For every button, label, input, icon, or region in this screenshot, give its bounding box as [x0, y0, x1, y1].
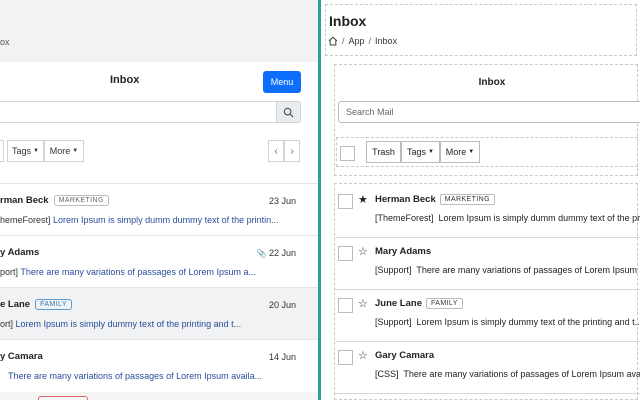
sender-name: e Lane — [0, 299, 31, 311]
trash-button[interactable]: Trash — [366, 141, 401, 163]
toolbar-outline: Trash Tags ▼ More ▼ — [336, 137, 640, 167]
sender-name: rman Beck — [0, 195, 49, 207]
mail-date-wrap: 📎 22 Jun — [256, 248, 296, 258]
mail-category: [Support] — [375, 265, 412, 275]
inbox-header-title: Inbox — [478, 76, 506, 88]
page-title: Inbox — [329, 13, 367, 29]
mail-row[interactable]: y Adams 📎 22 Jun port] There are many va… — [0, 235, 318, 287]
more-label: More — [49, 146, 71, 156]
sender-name: Mary Adams — [375, 246, 432, 257]
mail-category: [ThemeForest] — [375, 213, 434, 223]
sender-name: y Camara — [0, 351, 43, 362]
header-outline — [325, 4, 637, 56]
preview-pane: ox Inbox Menu Tags ▼ More ▼ ‹ › rman Bec… — [0, 0, 318, 400]
wireframe-pane: Inbox / App / Inbox Inbox Search Mail Tr… — [321, 0, 640, 400]
tags-label: Tags — [12, 146, 32, 156]
sender-name: Herman Beck — [375, 194, 436, 206]
select-all-checkbox[interactable] — [340, 146, 355, 161]
label-badge: FAMILY — [426, 298, 463, 309]
row-checkbox[interactable] — [338, 246, 353, 261]
search-icon — [283, 107, 294, 118]
breadcrumb: / App / Inbox — [328, 36, 397, 46]
chevron-left-icon: ‹ — [274, 145, 278, 157]
mail-category: [CSS] — [375, 369, 399, 379]
chevron-right-icon: › — [290, 145, 294, 157]
mail-snippet: Lorem Ipsum is simply dumm dummy text of… — [53, 215, 279, 225]
mail-date: 23 Jun — [268, 196, 296, 206]
mail-snippet: There are many variations of passages of… — [20, 267, 256, 277]
mail-row[interactable]: ★ Herman Beck MARKETING [ThemeForest] Lor… — [335, 186, 640, 238]
next-page-button[interactable]: › — [284, 140, 300, 162]
mail-snippet: There are many variations of passages of… — [403, 369, 640, 379]
home-icon[interactable] — [328, 36, 338, 46]
mail-snippet: Lorem Ipsum is simply dumm dummy text of… — [438, 213, 640, 223]
mail-row-selected[interactable]: e Lane FAMILY 20 Jun ort] Lorem Ipsum is … — [0, 287, 318, 339]
trash-label: Trash — [372, 147, 395, 157]
mail-category: hemeForest] — [0, 215, 51, 225]
tags-button[interactable]: Tags ▼ — [7, 140, 44, 162]
mail-date: 14 Jun — [268, 352, 296, 362]
sender-name: y Adams — [0, 247, 40, 258]
caret-down-icon: ▼ — [33, 148, 39, 154]
mail-snippet: There are many variations of passages of… — [416, 265, 640, 275]
search-input[interactable] — [0, 101, 276, 123]
tags-label: Tags — [407, 147, 427, 157]
mail-snippet: Lorem Ipsum is simply dummy text of the … — [416, 317, 640, 327]
sender-name: June Lane — [375, 298, 422, 310]
more-button[interactable]: More ▼ — [440, 141, 480, 163]
mail-snippet: There are many variations of passages of… — [8, 371, 263, 381]
caret-down-icon: ▼ — [428, 149, 434, 155]
mail-row[interactable]: ☆ June Lane FAMILY [Support] Lorem Ipsum … — [335, 290, 640, 342]
more-label: More — [445, 147, 467, 157]
top-area — [0, 0, 318, 62]
mail-snippet: Lorem Ipsum is simply dummy text of the … — [15, 319, 242, 329]
mail-row[interactable]: ☆ Gary Camara [CSS] There are many varia… — [335, 342, 640, 394]
row-checkbox[interactable] — [338, 194, 353, 209]
mail-date: 22 Jun — [268, 248, 296, 258]
inbox-header-title: Inbox — [110, 74, 140, 86]
label-badge: MARKETING — [53, 195, 109, 206]
breadcrumb: ox — [0, 37, 10, 47]
star-outline-icon[interactable]: ☆ — [358, 245, 368, 258]
mail-toolbar: Tags ▼ More ▼ ‹ › — [0, 140, 318, 162]
mail-category: [Support] — [375, 317, 412, 327]
paperclip-icon: 📎 — [256, 249, 267, 258]
more-button[interactable]: More ▼ — [44, 140, 84, 162]
caret-down-icon: ▼ — [468, 149, 475, 155]
star-filled-icon[interactable]: ★ — [358, 193, 368, 206]
star-outline-icon[interactable]: ☆ — [358, 297, 368, 310]
label-badge: MARKETING — [439, 194, 495, 205]
mail-row[interactable]: rman Beck MARKETING 23 Jun hemeForest] Lo… — [0, 183, 318, 235]
mail-row[interactable]: ☆ Mary Adams [Support] There are many va… — [335, 238, 640, 290]
bottom-button-outline[interactable] — [38, 396, 88, 400]
mail-row[interactable]: y Camara 14 Jun There are many variation… — [0, 339, 318, 391]
breadcrumb-separator: / — [342, 36, 345, 46]
sender-name: Gary Camara — [375, 350, 435, 361]
menu-button[interactable]: Menu — [263, 71, 301, 93]
mail-category: port] — [0, 267, 19, 277]
mail-list: ★ Herman Beck MARKETING [ThemeForest] Lor… — [335, 186, 640, 394]
label-badge: FAMILY — [35, 299, 72, 310]
caret-down-icon: ▼ — [72, 148, 79, 154]
breadcrumb-separator: / — [368, 36, 372, 46]
toolbar-left-edge[interactable] — [0, 140, 4, 162]
star-outline-icon[interactable]: ☆ — [358, 349, 368, 362]
mail-date: 20 Jun — [268, 300, 296, 310]
tags-button[interactable]: Tags ▼ — [401, 141, 440, 163]
prev-page-button[interactable]: ‹ — [268, 140, 284, 162]
mail-category: ort] — [0, 319, 14, 329]
breadcrumb-inbox[interactable]: Inbox — [375, 36, 397, 46]
breadcrumb-app[interactable]: App — [349, 36, 365, 46]
row-checkbox[interactable] — [338, 298, 353, 313]
row-checkbox[interactable] — [338, 350, 353, 365]
search-bar — [0, 101, 301, 123]
search-button[interactable] — [276, 101, 301, 123]
search-input[interactable]: Search Mail — [338, 101, 640, 123]
mail-list: rman Beck MARKETING 23 Jun hemeForest] Lo… — [0, 183, 318, 391]
